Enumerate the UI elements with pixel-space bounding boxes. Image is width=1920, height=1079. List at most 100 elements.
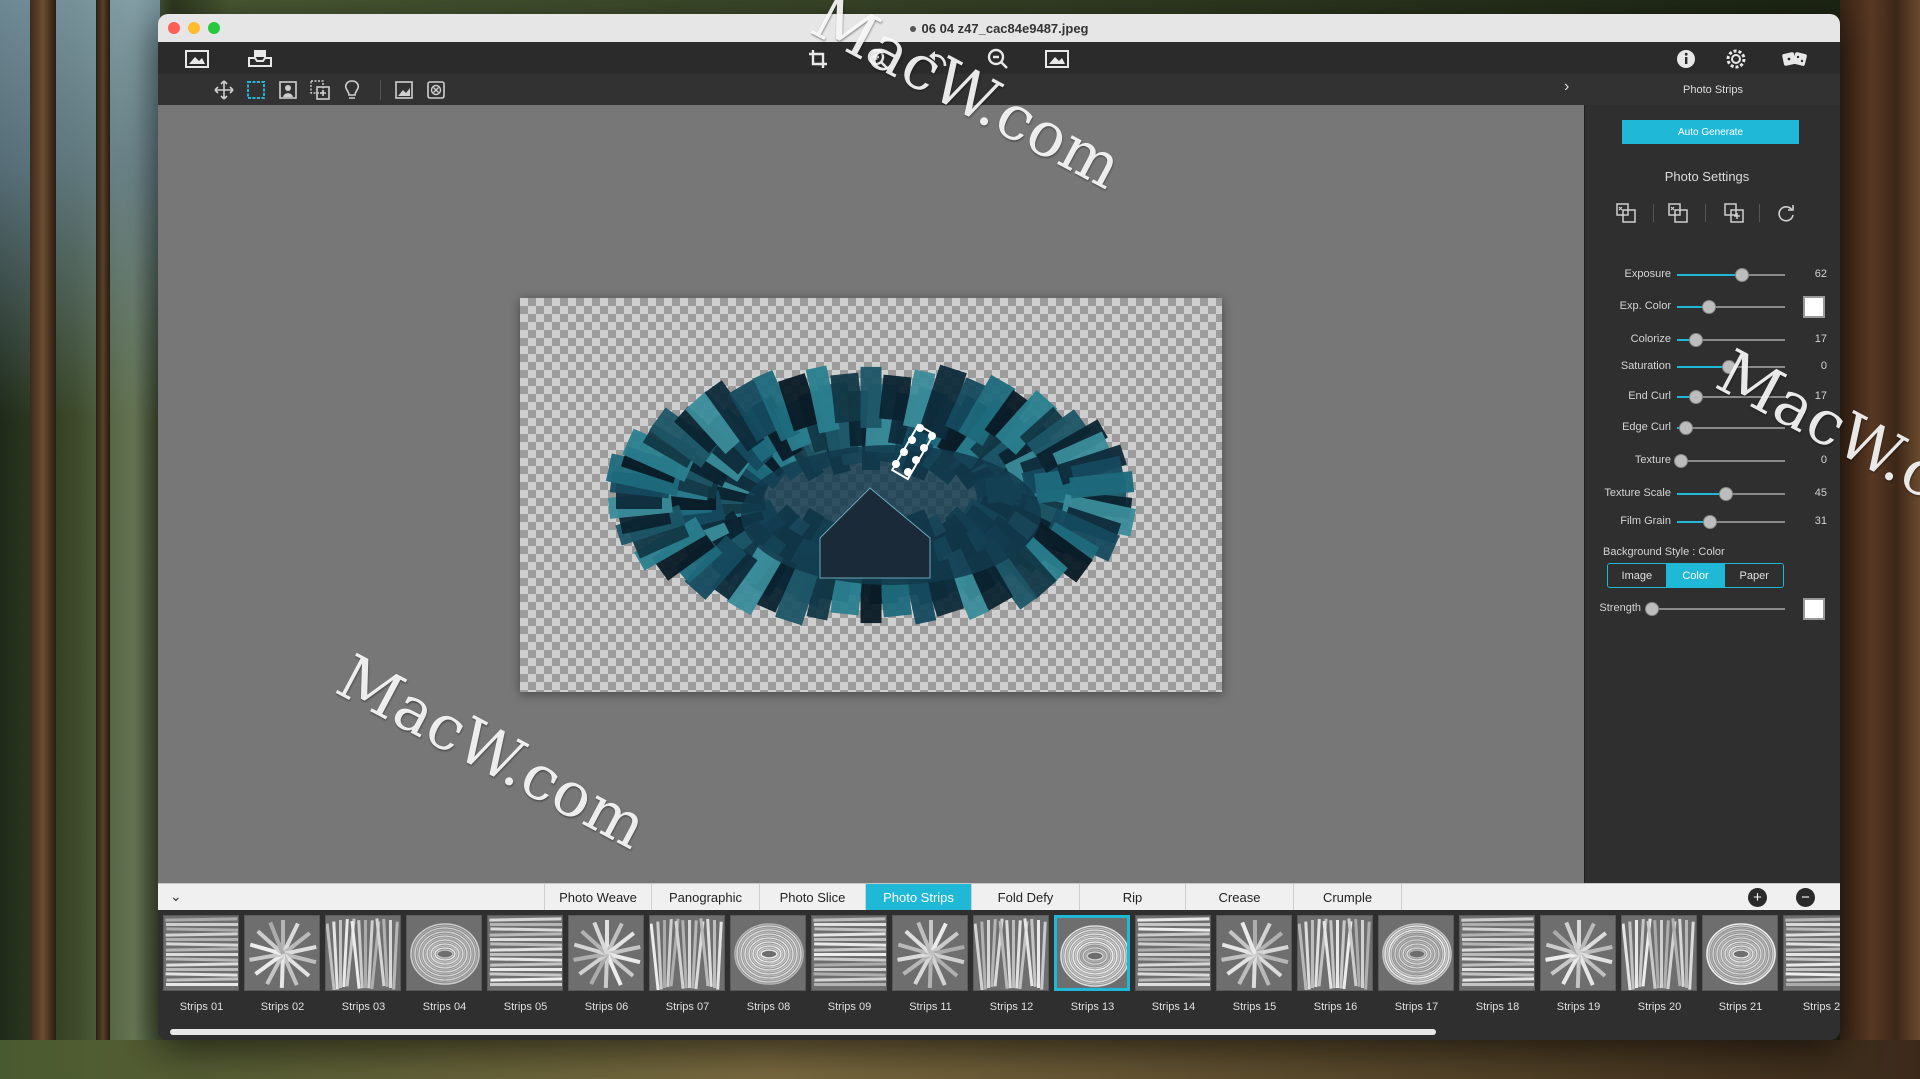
slider-knob[interactable] — [1689, 390, 1704, 404]
horizontal-scrollbar[interactable] — [170, 1029, 1436, 1035]
move-icon[interactable] — [212, 78, 236, 102]
strength-color-swatch[interactable] — [1803, 598, 1825, 620]
clear-icon[interactable] — [424, 78, 448, 102]
slider-knob[interactable] — [1678, 421, 1693, 435]
preset-thumbnail[interactable] — [1054, 915, 1130, 991]
photo-strip — [860, 366, 882, 428]
preset-thumbnail-label: Strips 11 — [909, 1001, 952, 1013]
minimize-window-button[interactable] — [188, 22, 200, 34]
preset-thumbnail[interactable] — [892, 915, 968, 991]
preset-thumbnail-label: Strips 14 — [1151, 1001, 1196, 1013]
close-window-button[interactable] — [168, 22, 180, 34]
photo-preview[interactable] — [520, 298, 1222, 692]
slider-track[interactable] — [1677, 487, 1785, 501]
settings-divider — [1705, 204, 1706, 222]
auto-generate-button[interactable]: Auto Generate — [1622, 120, 1799, 144]
preset-thumbnail[interactable] — [244, 915, 320, 991]
slider-knob[interactable] — [1689, 333, 1704, 347]
photo-strips-effect — [605, 364, 1137, 626]
slider-knob[interactable] — [1645, 602, 1659, 616]
preset-thumbnails: Strips 01 Strips 02 Strips 03 Strips 04 Stri… — [158, 910, 1840, 1040]
slider-exposure: Exposure 62 — [1585, 265, 1840, 285]
panel-toggle-chevron-icon[interactable]: › — [1564, 78, 1569, 96]
preset-thumbnail[interactable] — [973, 915, 1049, 991]
refresh-icon[interactable] — [1773, 201, 1799, 225]
preset-thumbnail[interactable] — [1216, 915, 1292, 991]
preset-thumbnail-label: Strips 20 — [1637, 1001, 1682, 1013]
add-region-icon[interactable] — [308, 78, 332, 102]
preset-thumbnail[interactable] — [487, 915, 563, 991]
preset-thumbnail[interactable] — [649, 915, 725, 991]
zoom-window-button[interactable] — [208, 22, 220, 34]
tab-crumple[interactable]: Crumple — [1294, 884, 1402, 911]
fit-image-icon[interactable] — [1044, 48, 1070, 70]
preset-thumbnail-label: Strips 13 — [1070, 1001, 1115, 1013]
copy-layer-icon[interactable] — [1613, 201, 1639, 225]
slider-label: Exp. Color — [1619, 300, 1671, 312]
slider-track[interactable] — [1674, 454, 1785, 468]
preset-thumbnail-label: Strips 05 — [503, 1001, 548, 1013]
slider-value: 62 — [1814, 268, 1827, 280]
background-style-label: Background Style : Color — [1603, 546, 1725, 558]
slider-knob[interactable] — [1703, 515, 1718, 529]
slider-label: Texture — [1634, 454, 1671, 466]
remove-preset-button[interactable]: − — [1796, 888, 1815, 907]
image-canvas[interactable] — [158, 105, 1584, 883]
settings-icon[interactable] — [1724, 47, 1748, 71]
tab-photo-slice[interactable]: Photo Slice — [760, 884, 866, 911]
preset-thumbnail[interactable] — [1297, 915, 1373, 991]
preset-thumbnail[interactable] — [1378, 915, 1454, 991]
preset-thumbnail[interactable] — [568, 915, 644, 991]
preset-thumbnail-label: Strips 16 — [1313, 1001, 1358, 1013]
slider-track[interactable] — [1645, 602, 1785, 616]
exp-color-swatch[interactable] — [1803, 296, 1825, 318]
preset-thumbnail[interactable] — [811, 915, 887, 991]
slider-knob[interactable] — [1674, 454, 1689, 468]
select-rect-icon[interactable] — [244, 78, 268, 102]
background-option-image[interactable]: Image — [1608, 564, 1667, 587]
save-tray-icon[interactable] — [246, 47, 274, 69]
preset-thumbnail[interactable] — [1783, 915, 1840, 991]
tab-photo-strips[interactable]: Photo Strips — [866, 884, 972, 911]
slider-knob[interactable] — [1718, 487, 1733, 501]
slider-texture: Texture 0 — [1585, 451, 1840, 471]
add-preset-button[interactable]: + — [1748, 888, 1767, 907]
slider-knob[interactable] — [1734, 268, 1749, 282]
preset-thumbnail[interactable] — [325, 915, 401, 991]
background-option-color[interactable]: Color — [1666, 564, 1726, 587]
portrait-icon[interactable] — [276, 78, 300, 102]
slider-knob[interactable] — [1702, 300, 1717, 314]
slider-track[interactable] — [1677, 515, 1785, 529]
preset-thumbnail[interactable] — [1135, 915, 1211, 991]
preset-thumbnail[interactable] — [730, 915, 806, 991]
photo-settings-toolbar — [1613, 201, 1813, 225]
toolbar-divider — [380, 80, 381, 100]
slider-label: Saturation — [1620, 360, 1671, 372]
tab-photo-weave[interactable]: Photo Weave — [544, 884, 652, 911]
preset-thumbnail[interactable] — [1540, 915, 1616, 991]
tab-crease[interactable]: Crease — [1186, 884, 1294, 911]
tab-rip[interactable]: Rip — [1080, 884, 1186, 911]
swap-layer-icon[interactable] — [1665, 201, 1691, 225]
background-option-paper[interactable]: Paper — [1725, 564, 1783, 587]
info-icon[interactable] — [1674, 47, 1698, 71]
preset-thumbnail[interactable] — [163, 915, 239, 991]
slider-track[interactable] — [1677, 268, 1785, 282]
panel-heading: Photo Strips — [1683, 83, 1743, 96]
dice-icon[interactable] — [1780, 47, 1810, 71]
preset-thumbnail[interactable] — [1621, 915, 1697, 991]
preset-thumbnail[interactable] — [1702, 915, 1778, 991]
add-layer-icon[interactable] — [1721, 201, 1747, 225]
slider-label: Film Grain — [1620, 515, 1671, 527]
bulb-icon[interactable] — [340, 78, 364, 102]
chevron-down-icon[interactable]: ⌄ — [170, 888, 182, 905]
preset-thumbnail[interactable] — [1459, 915, 1535, 991]
image-adjust-icon[interactable] — [392, 78, 416, 102]
image-open-icon[interactable] — [184, 48, 210, 70]
tab-fold-defy[interactable]: Fold Defy — [972, 884, 1080, 911]
tab-panographic[interactable]: Panographic — [652, 884, 760, 911]
slider-value: 17 — [1814, 333, 1827, 345]
preset-thumbnail[interactable] — [406, 915, 482, 991]
slider-track[interactable] — [1677, 333, 1785, 347]
slider-track[interactable] — [1677, 300, 1785, 314]
